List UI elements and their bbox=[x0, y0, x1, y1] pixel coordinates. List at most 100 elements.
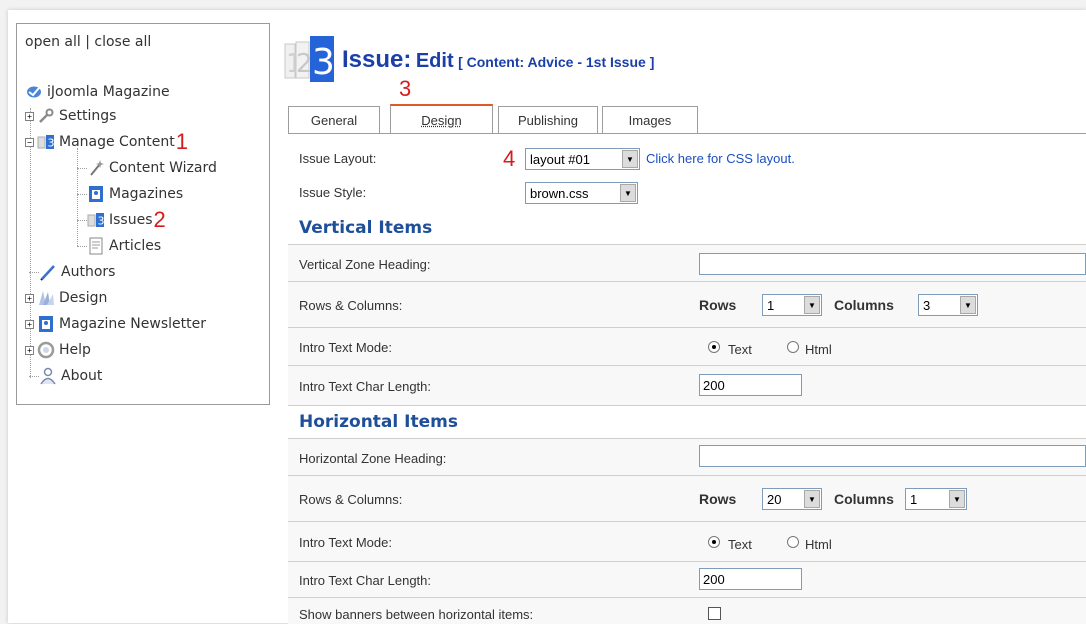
horizontal-items-heading: Horizontal Items bbox=[299, 412, 458, 432]
issue-layout-select[interactable]: layout #01 ▼ bbox=[525, 148, 640, 170]
vertical-zone-heading-row: Vertical Zone Heading: bbox=[288, 244, 1086, 282]
vertical-zone-heading-input[interactable] bbox=[699, 253, 1086, 275]
annotation-marker-1: 1 bbox=[175, 129, 188, 154]
sidebar-item-content-wizard[interactable]: Content Wizard bbox=[77, 156, 217, 180]
user-icon bbox=[39, 367, 57, 385]
sidebar-item-settings[interactable]: + Settings bbox=[25, 104, 116, 128]
chevron-down-icon[interactable]: ▼ bbox=[804, 296, 820, 314]
horizontal-banners-checkbox[interactable] bbox=[708, 607, 721, 620]
issue-layout-label: Issue Layout: bbox=[299, 151, 377, 166]
sidebar-item-label: Settings bbox=[59, 108, 117, 124]
horizontal-mode-text-label: Text bbox=[728, 537, 752, 552]
sidebar-item-label: Manage Content bbox=[59, 134, 175, 150]
vertical-rows-columns-label: Rows & Columns: bbox=[299, 298, 403, 313]
magazine-icon bbox=[37, 315, 55, 333]
issue-icon: 3 bbox=[37, 133, 55, 151]
annotation-marker-4: 4 bbox=[503, 146, 516, 171]
svg-text:3: 3 bbox=[48, 137, 55, 150]
chevron-down-icon[interactable]: ▼ bbox=[620, 184, 636, 202]
issue-number-glyph: 3 bbox=[312, 42, 335, 83]
issue-style-label: Issue Style: bbox=[299, 185, 367, 200]
collapse-icon[interactable]: − bbox=[25, 137, 34, 147]
tree-root-label: iJoomla Magazine bbox=[47, 84, 170, 100]
horizontal-zone-heading-input[interactable] bbox=[699, 445, 1086, 467]
vertical-mode-text-label: Text bbox=[728, 342, 752, 357]
horizontal-intro-length-label: Intro Text Char Length: bbox=[299, 573, 432, 588]
palette-icon bbox=[37, 289, 55, 307]
chevron-down-icon[interactable]: ▼ bbox=[804, 490, 820, 508]
navigation-tree: open all | close all iJoomla Magazine + … bbox=[16, 23, 270, 405]
sidebar-item-design[interactable]: + Design bbox=[25, 286, 107, 310]
wand-icon bbox=[87, 159, 105, 177]
page-title-issue: Issue: bbox=[342, 46, 412, 73]
sidebar-item-magazine-newsletter[interactable]: + Magazine Newsletter bbox=[25, 312, 206, 336]
tab-bar: General Design Publishing Images bbox=[288, 104, 1086, 134]
vertical-mode-html-radio[interactable] bbox=[787, 341, 799, 353]
vertical-mode-text-radio[interactable] bbox=[708, 341, 720, 353]
sidebar-item-about[interactable]: About bbox=[29, 364, 102, 388]
sidebar-item-issues[interactable]: 3 Issues 2 bbox=[77, 208, 166, 232]
issue-style-select[interactable]: brown.css ▼ bbox=[525, 182, 638, 204]
magazine-icon bbox=[87, 185, 105, 203]
issue-icon: 3 bbox=[87, 211, 105, 229]
vertical-columns-select[interactable]: 3 ▼ bbox=[918, 294, 978, 316]
horizontal-columns-select[interactable]: 1 ▼ bbox=[905, 488, 967, 510]
sidebar-item-authors[interactable]: Authors bbox=[29, 260, 115, 284]
vertical-rows-select[interactable]: 1 ▼ bbox=[762, 294, 822, 316]
vertical-rows-value: 1 bbox=[767, 297, 775, 313]
horizontal-intro-length-input[interactable]: 200 bbox=[699, 568, 802, 590]
tab-label: Design bbox=[421, 112, 462, 128]
expand-icon[interactable]: + bbox=[25, 345, 34, 355]
chevron-down-icon[interactable]: ▼ bbox=[960, 296, 976, 314]
css-layout-link[interactable]: Click here for CSS layout. bbox=[646, 151, 795, 166]
sidebar-item-articles[interactable]: Articles bbox=[77, 234, 161, 258]
sidebar-item-magazines[interactable]: Magazines bbox=[77, 182, 183, 206]
issue-layout-value: layout #01 bbox=[530, 151, 590, 167]
magazine-logo-icon bbox=[25, 83, 43, 101]
sidebar-item-label: Design bbox=[59, 290, 108, 306]
tab-label: General bbox=[310, 112, 358, 128]
help-icon bbox=[37, 341, 55, 359]
tab-publishing[interactable]: Publishing bbox=[498, 106, 598, 133]
vertical-intro-mode-label: Intro Text Mode: bbox=[299, 340, 392, 355]
sidebar-item-help[interactable]: + Help bbox=[25, 338, 91, 362]
document-icon bbox=[87, 237, 105, 255]
page-title-action: Edit bbox=[415, 50, 454, 72]
vertical-columns-value: 3 bbox=[923, 297, 931, 313]
close-all-link[interactable]: close all bbox=[94, 34, 151, 50]
page-title: Issue: Edit [ Content: Advice - 1st Issu… bbox=[342, 46, 654, 74]
chevron-down-icon[interactable]: ▼ bbox=[622, 150, 638, 168]
vertical-columns-label: Columns bbox=[834, 297, 894, 313]
vertical-intro-length-input[interactable]: 200 bbox=[699, 374, 802, 396]
tree-branch bbox=[29, 375, 39, 377]
tree-branch bbox=[77, 193, 87, 195]
sidebar-item-label: Magazines bbox=[109, 186, 184, 202]
tree-controls: open all | close all bbox=[25, 34, 151, 50]
wrench-icon bbox=[37, 107, 55, 125]
tab-design[interactable]: Design bbox=[390, 104, 493, 134]
horizontal-zone-heading-label: Horizontal Zone Heading: bbox=[299, 451, 447, 466]
sidebar-item-label: About bbox=[61, 368, 103, 384]
horizontal-rows-select[interactable]: 20 ▼ bbox=[762, 488, 822, 510]
tree-branch bbox=[77, 167, 87, 169]
sidebar-item-manage-content[interactable]: − 3 Manage Content 1 bbox=[25, 130, 188, 154]
vertical-intro-length-row: Intro Text Char Length: 200 bbox=[288, 366, 1086, 406]
open-all-link[interactable]: open all bbox=[25, 34, 81, 50]
sidebar-item-label: Issues bbox=[109, 212, 153, 228]
horizontal-intro-length-row: Intro Text Char Length: 200 bbox=[288, 562, 1086, 598]
horizontal-mode-text-radio[interactable] bbox=[708, 536, 720, 548]
tab-images[interactable]: Images bbox=[602, 106, 698, 133]
vertical-rows-label: Rows bbox=[699, 297, 737, 313]
horizontal-mode-html-radio[interactable] bbox=[787, 536, 799, 548]
horizontal-banners-row: Show banners between horizontal items: bbox=[288, 598, 1086, 624]
tree-root[interactable]: iJoomla Magazine bbox=[25, 80, 170, 104]
expand-icon[interactable]: + bbox=[25, 293, 34, 303]
chevron-down-icon[interactable]: ▼ bbox=[949, 490, 965, 508]
tab-general[interactable]: General bbox=[288, 106, 380, 133]
expand-icon[interactable]: + bbox=[25, 111, 34, 121]
horizontal-columns-label: Columns bbox=[834, 491, 894, 507]
expand-icon[interactable]: + bbox=[25, 319, 34, 329]
sidebar-item-label: Content Wizard bbox=[109, 160, 217, 176]
issue-header-icon: 1 2 3 bbox=[284, 34, 336, 84]
tree-branch bbox=[77, 219, 87, 221]
